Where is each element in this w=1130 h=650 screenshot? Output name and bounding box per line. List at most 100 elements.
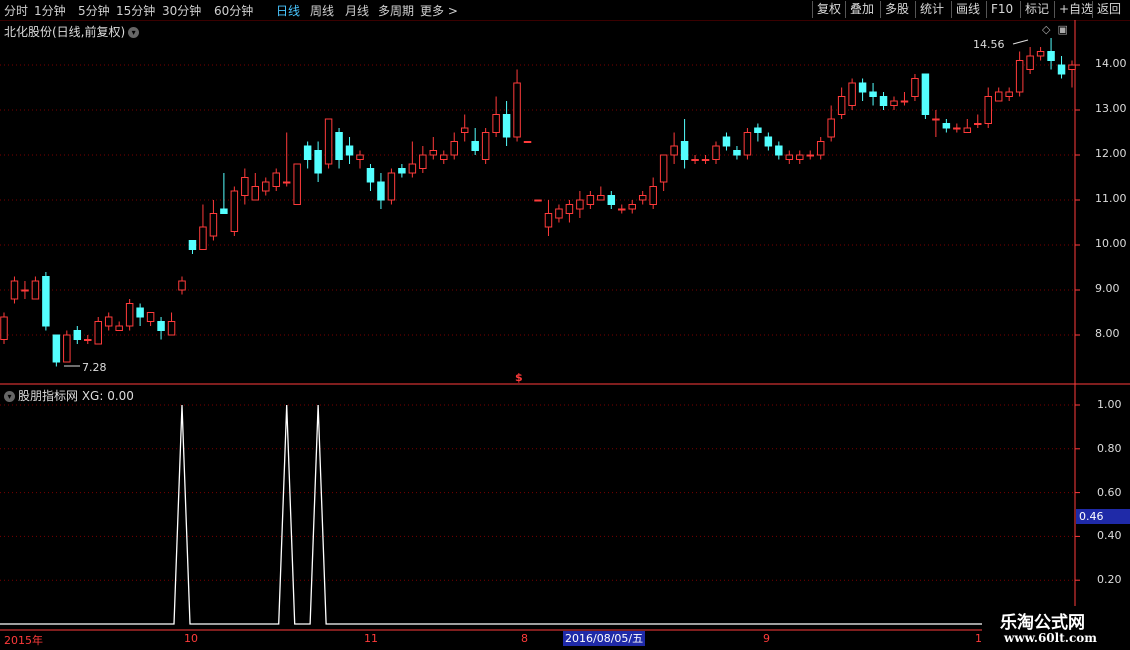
diamond-icon[interactable]: ◇ [1042,23,1050,36]
candle-body [356,154,364,160]
tab-10[interactable]: 更多 > [420,2,458,19]
price-tick: 13.00 [1095,102,1127,115]
candle-body [1057,64,1066,75]
tab-9[interactable]: 多周期 [378,2,414,19]
candle-body [398,168,406,174]
candle-body [10,280,19,300]
toolbar-button-1[interactable]: 叠加 [845,1,878,18]
panel-toggle-icon[interactable]: ▣ [1057,23,1067,36]
candle-body [806,154,814,157]
candle-body [953,127,961,130]
tab-5[interactable]: 60分钟 [214,2,253,19]
candle-body [52,334,61,363]
candle-body [670,145,678,156]
chevron-down-icon[interactable]: ▾ [128,27,140,38]
candle-body [743,132,752,156]
candle-body [523,141,532,143]
candle-body [816,141,825,156]
candle-body [251,186,260,201]
tab-8[interactable]: 月线 [345,2,369,19]
chart-area[interactable] [0,20,1130,650]
price-tick: 9.00 [1095,282,1120,295]
date-label: 2015年 [4,634,43,647]
cursor-value-badge: 0.46 [1076,509,1130,524]
toolbar-button-3[interactable]: 统计 [915,1,948,18]
event-marker[interactable]: $ [515,371,523,384]
date-label: 1 [975,632,982,645]
xg-signal-line [0,404,1075,625]
tab-4[interactable]: 30分钟 [162,2,201,19]
toolbar-button-4[interactable]: 画线 [951,1,984,18]
min-price-label: 7.28 [82,361,107,374]
candle-body [900,100,909,103]
candle-body [764,136,773,147]
candle-body [31,280,40,300]
candle-body [136,307,144,318]
tab-0[interactable]: 分时 [4,2,28,19]
tab-2[interactable]: 5分钟 [78,2,110,19]
candle-body [974,123,982,125]
toolbar-button-7[interactable]: +自选 [1054,1,1097,18]
toolbar-button-0[interactable]: 复权 [812,1,845,18]
candle-body [827,118,835,138]
candle-body [282,181,291,184]
candle-body [230,190,239,232]
candle-body [167,321,176,336]
chevron-down-icon[interactable]: ▾ [4,391,15,402]
tab-6[interactable]: 日线 [276,2,300,19]
toolbar-button-8[interactable]: 返回 [1092,1,1125,18]
candle-body [879,96,888,106]
candle-body [419,154,427,169]
candle-body [994,91,1003,102]
indicator-tick: 0.20 [1097,573,1122,587]
candle-body [272,172,280,187]
candle-body [869,91,877,97]
candle-body [241,177,249,196]
cursor-date-badge: 2016/08/05/五 [563,631,646,646]
candle-body [691,159,699,161]
candle-body [586,195,595,205]
candle-body [858,82,867,93]
candle-body [796,154,804,160]
candle-body [293,163,301,205]
candle-body [649,186,657,205]
candle-body [701,159,710,161]
candle-body [492,114,500,133]
watermark-url: www.60lt.com [1004,631,1097,645]
tab-3[interactable]: 15分钟 [116,2,155,19]
candle-body [502,114,511,138]
candle-body [513,82,521,138]
candle-body [597,195,605,201]
candle-body [1047,51,1055,61]
toolbar-button-5[interactable]: F10 [986,1,1017,18]
indicator-tick: 0.40 [1097,529,1122,543]
candle-body [429,150,438,156]
indicator-tick: 0.60 [1097,485,1122,499]
indicator-title-text: 股朋指标网 XG: 0.00 [18,389,134,403]
candle-body [450,141,458,156]
candle-body [209,213,218,237]
candle-body [377,181,385,201]
candle-body [366,168,375,183]
candle-body [576,199,584,210]
tab-7[interactable]: 周线 [310,2,334,19]
candle-body [921,73,930,115]
candle-body [199,226,207,250]
price-tick: 11.00 [1095,192,1127,205]
candle-body [1026,55,1034,70]
candle-body [324,118,333,165]
tab-1[interactable]: 1分钟 [34,2,66,19]
candle-body [481,132,490,160]
toolbar-button-2[interactable]: 多股 [880,1,913,18]
candle-body [94,321,102,345]
candle-body [837,96,846,115]
candle-body [157,321,165,331]
date-axis: 2015年 10 11 8 9 1 [0,630,1075,650]
candle-body [1005,91,1013,97]
candle-body [262,181,270,192]
candle-body [534,199,542,202]
candle-body [84,339,92,341]
date-label: 11 [364,632,378,645]
toolbar-button-6[interactable]: 标记 [1020,1,1053,18]
price-tick: 12.00 [1095,147,1127,160]
